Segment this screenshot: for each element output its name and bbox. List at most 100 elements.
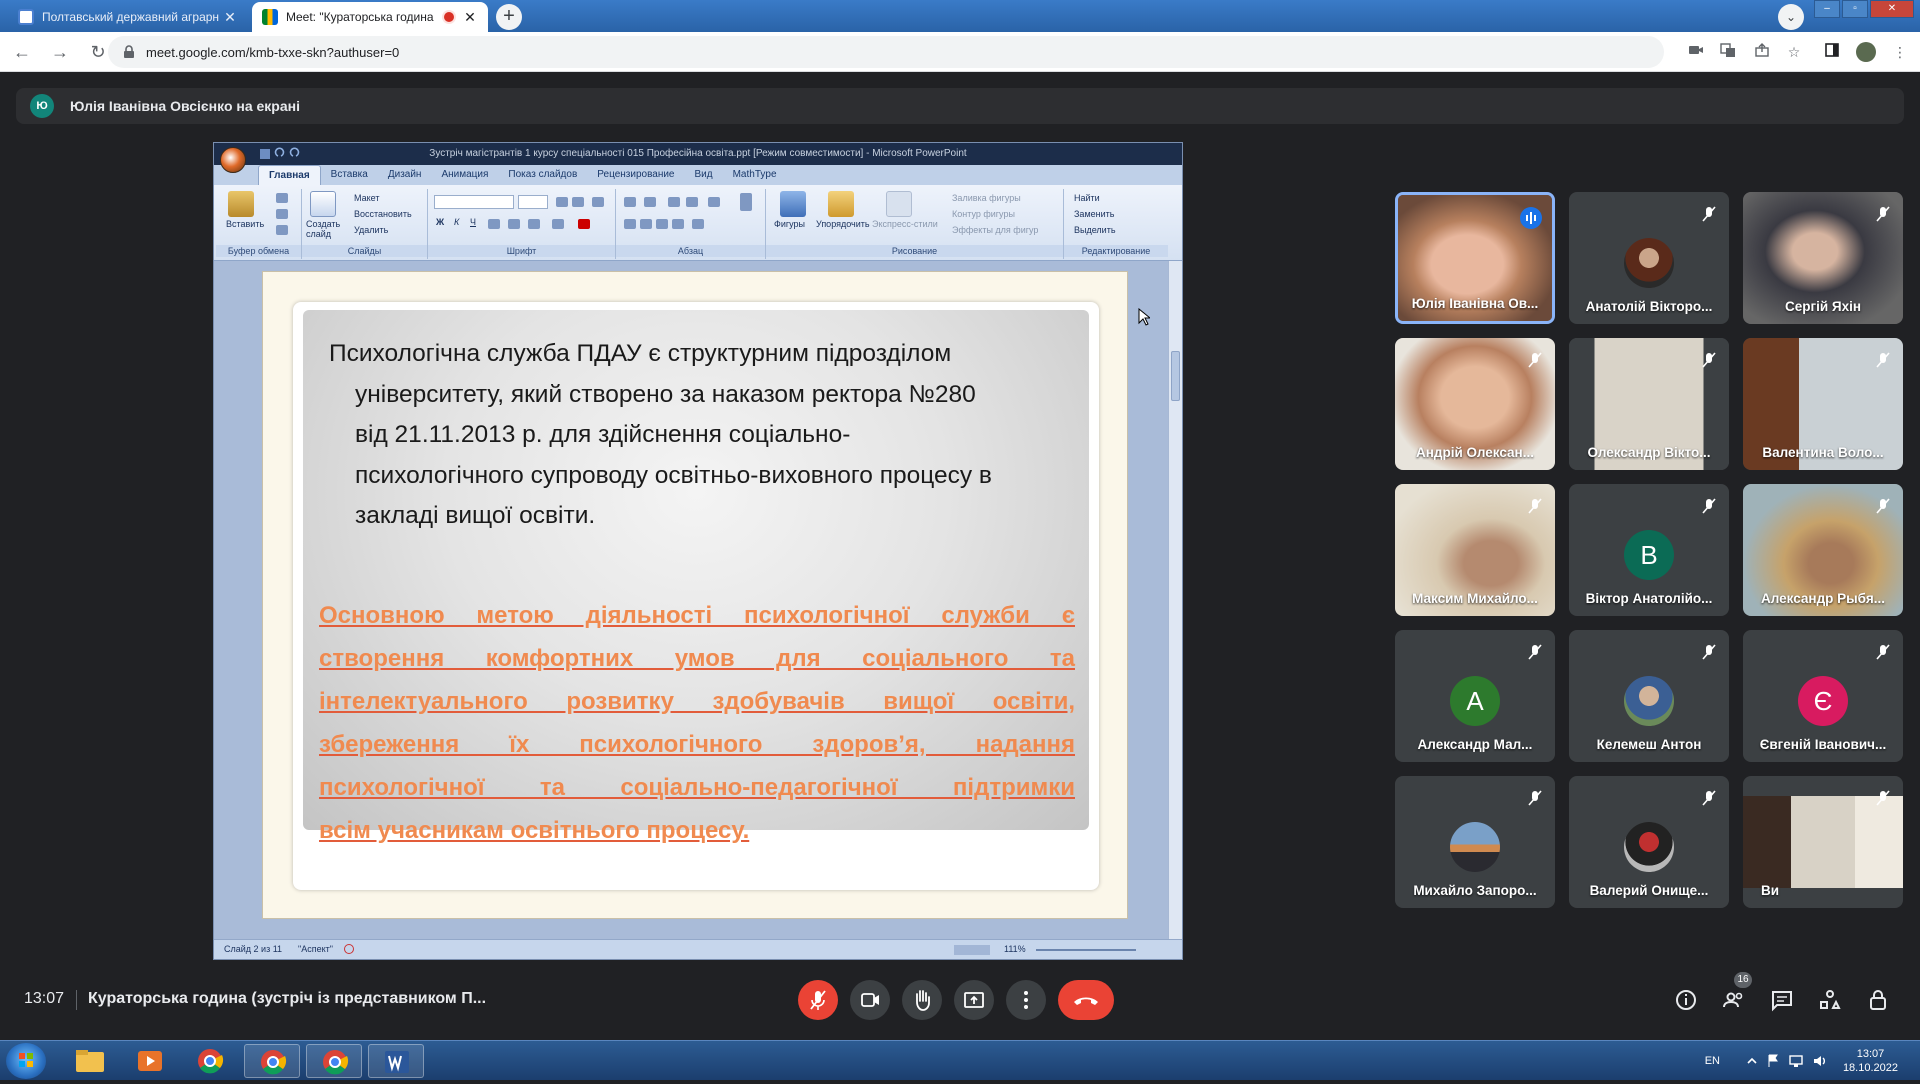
- side-panel-icon[interactable]: [1822, 42, 1842, 62]
- reset-button[interactable]: Восстановить: [354, 209, 412, 219]
- chrome-window-taskbar-button[interactable]: [244, 1044, 300, 1078]
- ribbon-tab-view[interactable]: Вид: [685, 165, 723, 185]
- volume-icon[interactable]: [1812, 1053, 1828, 1069]
- paste-button[interactable]: Вставить: [226, 219, 264, 229]
- participant-tile[interactable]: Є Євгеній Іванович...: [1743, 630, 1903, 762]
- underline-icon[interactable]: Ч: [470, 217, 476, 227]
- tab-close-icon[interactable]: ✕: [462, 9, 478, 26]
- find-button[interactable]: Найти: [1074, 193, 1100, 203]
- view-buttons-icon[interactable]: [954, 945, 990, 955]
- spacing-icon[interactable]: [528, 219, 540, 229]
- participant-tile[interactable]: Анатолій Вікторо...: [1569, 192, 1729, 324]
- participant-tile[interactable]: Валерий Онище...: [1569, 776, 1729, 908]
- action-center-flag-icon[interactable]: [1766, 1053, 1780, 1069]
- slide[interactable]: Психологічна служба ПДАУ є структурним п…: [262, 271, 1128, 919]
- zoom-slider[interactable]: [1036, 949, 1136, 951]
- maximize-button[interactable]: ▫: [1842, 0, 1868, 18]
- meeting-info-icon[interactable]: [1674, 988, 1698, 1012]
- indent-increase-icon[interactable]: [686, 197, 698, 207]
- ribbon-tab-insert[interactable]: Вставка: [321, 165, 378, 185]
- tab-pdau[interactable]: Полтавський державний аграрн ✕: [8, 2, 248, 32]
- format-painter-icon[interactable]: [276, 225, 288, 235]
- grow-font-icon[interactable]: [556, 197, 568, 207]
- shapes-icon[interactable]: [780, 191, 806, 217]
- chrome-meet-taskbar-button[interactable]: [306, 1044, 362, 1078]
- participant-tile[interactable]: А Александр Мал...: [1395, 630, 1555, 762]
- participant-tile[interactable]: Сергій Яхін: [1743, 192, 1903, 324]
- align-center-icon[interactable]: [640, 219, 652, 229]
- explorer-taskbar-button[interactable]: [62, 1044, 118, 1078]
- select-button[interactable]: Выделить: [1074, 225, 1116, 235]
- copy-icon[interactable]: [276, 209, 288, 219]
- participant-tile[interactable]: Ви: [1743, 776, 1903, 908]
- align-left-icon[interactable]: [624, 219, 636, 229]
- arrange-icon[interactable]: [828, 191, 854, 217]
- clear-format-icon[interactable]: [592, 197, 604, 207]
- tray-expand-icon[interactable]: [1746, 1054, 1758, 1068]
- leave-call-button[interactable]: [1058, 980, 1114, 1020]
- shape-outline-button[interactable]: Контур фигуры: [952, 209, 1015, 219]
- slide-paragraph-1[interactable]: Психологічна служба ПДАУ є структурним п…: [329, 334, 1069, 537]
- participant-tile[interactable]: В Віктор Анатолійо...: [1569, 484, 1729, 616]
- keyboard-language[interactable]: EN: [1705, 1055, 1720, 1067]
- new-slide-button[interactable]: Создать слайд: [306, 219, 346, 239]
- font-name-input[interactable]: [434, 195, 514, 209]
- participant-tile[interactable]: Михайло Запоро...: [1395, 776, 1555, 908]
- paste-icon[interactable]: [228, 191, 254, 217]
- translate-icon[interactable]: [1718, 42, 1738, 62]
- shape-effects-button[interactable]: Эффекты для фигур: [952, 225, 1038, 235]
- justify-icon[interactable]: [672, 219, 684, 229]
- scroll-thumb[interactable]: [1171, 351, 1180, 401]
- delete-slide-button[interactable]: Удалить: [354, 225, 388, 235]
- strike-icon[interactable]: [488, 219, 500, 229]
- system-clock[interactable]: 13:07 18.10.2022: [1843, 1047, 1898, 1075]
- host-controls-icon[interactable]: [1866, 988, 1890, 1012]
- participant-tile[interactable]: Юлія Іванівна Ов...: [1395, 192, 1555, 324]
- menu-kebab-icon[interactable]: ⋮: [1890, 42, 1910, 62]
- tab-meet[interactable]: Meet: "Кураторська година ✕: [252, 2, 488, 32]
- quick-styles-icon[interactable]: [886, 191, 912, 217]
- columns-icon[interactable]: [692, 219, 704, 229]
- font-size-input[interactable]: [518, 195, 548, 209]
- ribbon-tab-design[interactable]: Дизайн: [378, 165, 432, 185]
- slide-paragraph-2[interactable]: Основною метою діяльності психологічної …: [319, 594, 1075, 852]
- mic-toggle-button[interactable]: [798, 980, 838, 1020]
- shapes-button[interactable]: Фигуры: [774, 219, 805, 229]
- more-options-button[interactable]: [1006, 980, 1046, 1020]
- minimize-button[interactable]: –: [1814, 0, 1840, 18]
- vertical-scrollbar[interactable]: [1168, 261, 1182, 941]
- bold-icon[interactable]: Ж: [436, 217, 444, 227]
- align-right-icon[interactable]: [656, 219, 668, 229]
- ribbon-tab-animation[interactable]: Анимация: [431, 165, 498, 185]
- camera-toggle-button[interactable]: [850, 980, 890, 1020]
- cut-icon[interactable]: [276, 193, 288, 203]
- back-icon[interactable]: ←: [6, 36, 38, 68]
- ribbon-tab-home[interactable]: Главная: [258, 165, 321, 185]
- activities-icon[interactable]: [1818, 988, 1842, 1012]
- chrome-taskbar-button[interactable]: [182, 1044, 238, 1078]
- participant-tile[interactable]: Олександр Вікто...: [1569, 338, 1729, 470]
- raise-hand-button[interactable]: [902, 980, 942, 1020]
- shrink-font-icon[interactable]: [572, 197, 584, 207]
- shadow-icon[interactable]: [508, 219, 520, 229]
- bookmark-star-icon[interactable]: ☆: [1784, 42, 1804, 62]
- forward-icon[interactable]: →: [44, 36, 76, 68]
- camera-icon[interactable]: [1686, 42, 1706, 62]
- chat-icon[interactable]: [1770, 988, 1794, 1012]
- tab-close-icon[interactable]: ✕: [222, 9, 238, 26]
- participant-tile[interactable]: Келемеш Антон: [1569, 630, 1729, 762]
- new-tab-button[interactable]: +: [496, 4, 522, 30]
- word-taskbar-button[interactable]: [368, 1044, 424, 1078]
- profile-avatar[interactable]: [1856, 42, 1876, 62]
- indent-decrease-icon[interactable]: [668, 197, 680, 207]
- text-direction-icon[interactable]: [740, 193, 752, 211]
- participant-tile[interactable]: Максим Михайло...: [1395, 484, 1555, 616]
- ribbon-tab-slideshow[interactable]: Показ слайдов: [498, 165, 587, 185]
- spellcheck-icon[interactable]: [344, 944, 354, 954]
- line-spacing-icon[interactable]: [708, 197, 720, 207]
- share-icon[interactable]: [1752, 42, 1772, 62]
- layout-button[interactable]: Макет: [354, 193, 379, 203]
- present-screen-button[interactable]: [954, 980, 994, 1020]
- bullets-icon[interactable]: [624, 197, 636, 207]
- close-window-button[interactable]: ✕: [1870, 0, 1914, 18]
